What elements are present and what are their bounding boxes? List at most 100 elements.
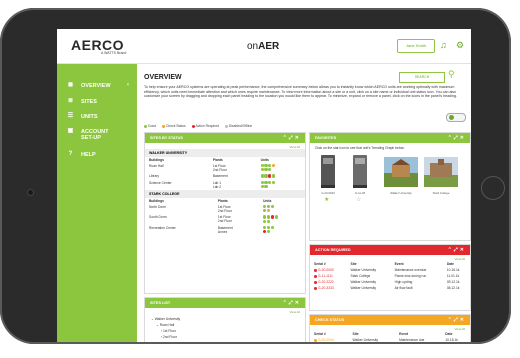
- unit-dot-row: [260, 174, 301, 178]
- unit-status-icon[interactable]: [270, 225, 274, 229]
- serial-number[interactable]: G-11-1111: [318, 274, 333, 278]
- plant-name[interactable]: 2nd Floor: [213, 168, 253, 172]
- unit-status-dots: [257, 180, 305, 190]
- status-dot-icon: [314, 274, 317, 278]
- boiler-unit-image: [321, 155, 335, 188]
- unit-status-icon[interactable]: [271, 164, 276, 168]
- site-group-header[interactable]: STARK COLLEGE: [145, 189, 305, 198]
- app-title-prefix: on: [247, 41, 259, 52]
- unit-status-icon[interactable]: [260, 174, 264, 178]
- unit-status-icon[interactable]: [271, 174, 276, 178]
- unit-status-icon[interactable]: [260, 164, 264, 168]
- unit-status-icon[interactable]: [263, 225, 267, 229]
- table-row[interactable]: G-20-0000 Walker University Maintenance du…: [310, 337, 470, 342]
- serial-number[interactable]: G-20-2222: [318, 280, 334, 284]
- help-icon: ?: [68, 151, 73, 157]
- building-name[interactable]: North Dorm: [145, 204, 214, 214]
- unit-status-icon[interactable]: [263, 229, 267, 234]
- unit-status-icon[interactable]: [263, 209, 267, 213]
- unit-status-icon[interactable]: [264, 174, 268, 178]
- home-button[interactable]: [481, 176, 505, 200]
- serial-link[interactable]: G-20-0000: [310, 337, 349, 342]
- car-icon: ◼: [68, 82, 73, 88]
- unit-status-icon[interactable]: [274, 215, 278, 219]
- unit-status-icon[interactable]: [271, 180, 276, 184]
- unit-status-icon[interactable]: [270, 204, 274, 209]
- sidebar-item-label: HELP: [81, 152, 96, 158]
- table-cell: 08.12.1k: [446, 286, 460, 290]
- panel-header[interactable]: SITES BY STATUS ⌃⤢✕: [145, 133, 305, 143]
- panel-header[interactable]: ACTION REQUIRED ⌃⤢✕: [310, 245, 470, 255]
- sidebar-item-account-setup[interactable]: ▣ ACCOUNT SET-UP: [57, 126, 137, 144]
- unit-status-icon[interactable]: [268, 168, 272, 172]
- plant-name[interactable]: Lab 2: [213, 185, 253, 189]
- unit-status-icon[interactable]: [266, 209, 271, 213]
- panel-controls[interactable]: ⌃⤢✕: [283, 135, 301, 141]
- layout-toggle[interactable]: [446, 113, 466, 122]
- serial-number[interactable]: G-20-0000: [318, 268, 334, 272]
- favorite-unit-2[interactable]: [352, 155, 368, 194]
- panel-header[interactable]: CHECK STATUS ⌃⤢✕: [310, 315, 470, 325]
- building-name[interactable]: Recreation Center: [145, 225, 214, 235]
- unit-status-icon[interactable]: [260, 168, 264, 172]
- panel-header[interactable]: FAVORITES ⌃⤢✕: [310, 133, 470, 143]
- star-outline-icon[interactable]: ☆: [356, 196, 361, 203]
- unit-status-icon[interactable]: [270, 215, 274, 219]
- serial-number[interactable]: G-20-3333: [318, 286, 334, 290]
- unit-caption: Stark College: [432, 191, 450, 195]
- panel-controls[interactable]: ⌃⤢✕: [448, 135, 466, 141]
- site-status-table: Buildings Plants Units Ruan Hall 1st Floor 2n…: [145, 157, 305, 190]
- sidebar-item-help[interactable]: ? HELP: [57, 149, 137, 161]
- unit-status-icon[interactable]: [260, 180, 264, 184]
- unit-status-icon[interactable]: [266, 215, 271, 219]
- panel-controls[interactable]: ⌃⤢✕: [448, 247, 466, 253]
- plant-name[interactable]: 2nd Floor: [218, 209, 255, 213]
- unit-status-icon[interactable]: [268, 164, 272, 168]
- unit-status-icon[interactable]: [263, 204, 267, 209]
- panel-header[interactable]: SITES LIST ⌃⤢✕: [145, 298, 305, 308]
- panel-controls[interactable]: ⌃⤢✕: [283, 300, 301, 306]
- collapse-chevron-icon[interactable]: ‹: [127, 82, 129, 88]
- building-name[interactable]: Science Center: [145, 180, 209, 190]
- unit-status-icon[interactable]: [264, 164, 268, 168]
- favorite-site-photo-1[interactable]: [384, 157, 418, 192]
- building-name[interactable]: South Dorm: [145, 214, 214, 224]
- sites-status-groups: WALKER UNIVERSITY Buildings Plants Units Rua…: [145, 149, 305, 235]
- unit-status-icon[interactable]: [263, 219, 267, 223]
- sidebar-item-sites[interactable]: ≣ SITES: [57, 96, 137, 108]
- favorite-unit-1[interactable]: [320, 155, 336, 194]
- unit-status-icon[interactable]: [264, 168, 268, 172]
- plant-name[interactable]: Basement: [213, 174, 253, 178]
- panel-controls[interactable]: ⌃⤢✕: [448, 317, 466, 323]
- building-name[interactable]: Ruan Hall: [145, 163, 209, 173]
- tree-item-plant[interactable]: › 2nd Floor: [151, 334, 299, 340]
- unit-status-icon[interactable]: [266, 229, 271, 234]
- user-menu[interactable]: Jane Smith: [397, 39, 435, 53]
- star-filled-icon[interactable]: ★: [324, 196, 329, 203]
- plant-name[interactable]: 2nd Floor: [218, 219, 255, 223]
- unit-status-icon[interactable]: [260, 184, 264, 188]
- unit-status-icon[interactable]: [268, 174, 272, 178]
- search-icon[interactable]: ⚲: [448, 69, 455, 80]
- check-dot-icon: [162, 124, 165, 128]
- sidebar-item-overview[interactable]: ◼ OVERVIEW ‹: [57, 80, 137, 92]
- unit-status-icon[interactable]: [268, 180, 272, 184]
- sidebar-item-units[interactable]: ☰ UNITS: [57, 111, 137, 123]
- site-group-header[interactable]: WALKER UNIVERSITY: [145, 149, 305, 157]
- notifications-icon[interactable]: ♫: [440, 40, 447, 50]
- serial-link[interactable]: G-20-3333: [310, 285, 347, 291]
- favorite-site-photo-2[interactable]: [424, 157, 458, 192]
- unit-status-icon[interactable]: [264, 180, 268, 184]
- unit-status-icon[interactable]: [264, 184, 268, 188]
- unit-status-icon[interactable]: [266, 219, 271, 223]
- unit-status-icon[interactable]: [266, 225, 271, 229]
- settings-gear-icon[interactable]: ⚙: [456, 40, 464, 51]
- unit-status-icon[interactable]: [266, 204, 271, 209]
- sidebar-item-label: UNITS: [81, 114, 98, 120]
- table-row[interactable]: G-20-3333 Walker University Air flow fault…: [310, 285, 470, 291]
- serial-number[interactable]: G-20-0000: [318, 338, 334, 342]
- search-button[interactable]: SEARCH: [399, 72, 445, 83]
- unit-status-icon[interactable]: [263, 215, 267, 219]
- tree-label: Walker University: [154, 317, 181, 321]
- plant-name[interactable]: Annex: [218, 230, 255, 234]
